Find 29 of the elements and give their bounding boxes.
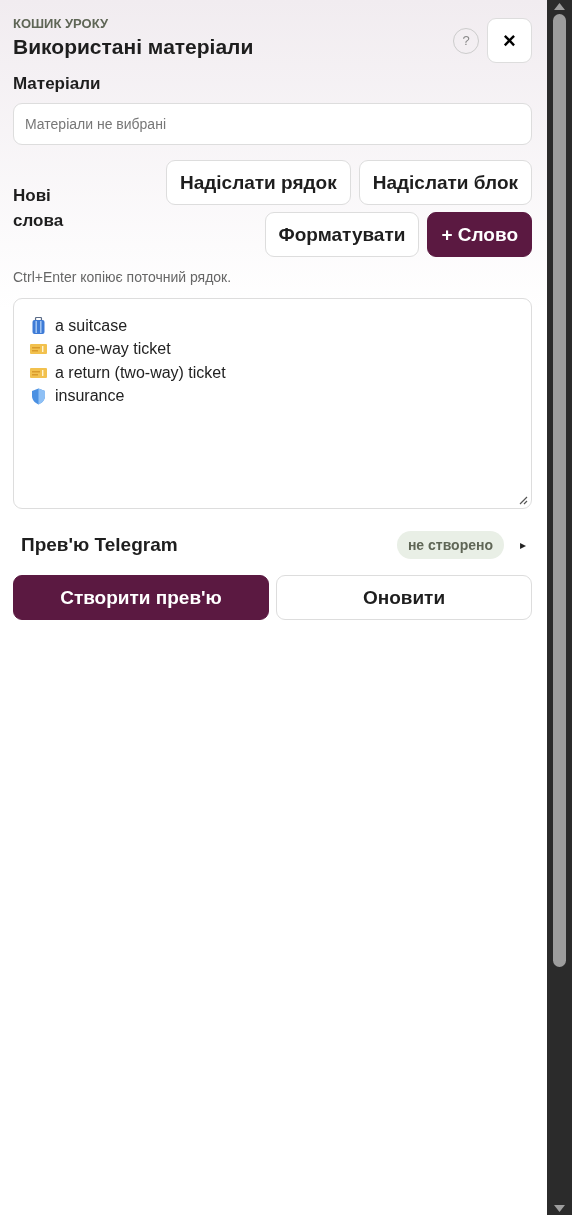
section-eyebrow: КОШИК УРОКУ <box>13 16 110 31</box>
ticket-icon <box>30 367 47 378</box>
scroll-down-icon[interactable] <box>554 1205 565 1212</box>
words-text-area[interactable]: a suitcase a one-way ticket a return (two-way) ticket insurance <box>13 298 532 509</box>
resize-grip-icon[interactable] <box>519 496 528 505</box>
primary-button[interactable]: Створити прев'ю <box>13 575 269 620</box>
hint-text: Ctrl+Enter копіює поточний рядок. <box>13 269 233 285</box>
word-line: a return (two-way) ticket <box>55 363 226 382</box>
scroll-up-icon[interactable] <box>554 3 565 10</box>
panel-title: Використані матеріали <box>13 35 254 59</box>
suitcase-icon <box>30 316 47 335</box>
action-button[interactable]: Форматувати <box>264 212 420 257</box>
section-title: Прев'ю Telegram <box>21 534 179 556</box>
action-button[interactable]: Надіслати рядок <box>166 160 351 205</box>
scrollbar-thumb[interactable] <box>553 14 566 967</box>
word-line: a suitcase <box>55 316 128 335</box>
materials-field[interactable]: Матеріали не вибрані <box>13 103 532 145</box>
word-line: insurance <box>55 387 125 406</box>
expand-toggle[interactable]: ▸ <box>504 538 526 552</box>
section-label: Нові слова <box>13 184 65 232</box>
shield-icon <box>30 387 47 405</box>
field-label: Матеріали <box>13 74 102 94</box>
status-badge: не створено <box>396 531 504 559</box>
primary-button[interactable]: + Слово <box>427 212 532 257</box>
word-line: a one-way ticket <box>55 340 171 359</box>
close-button[interactable]: × <box>487 18 532 63</box>
action-button[interactable]: Надіслати блок <box>358 160 532 205</box>
ticket-icon <box>30 344 47 355</box>
action-button[interactable]: Оновити <box>276 575 532 620</box>
